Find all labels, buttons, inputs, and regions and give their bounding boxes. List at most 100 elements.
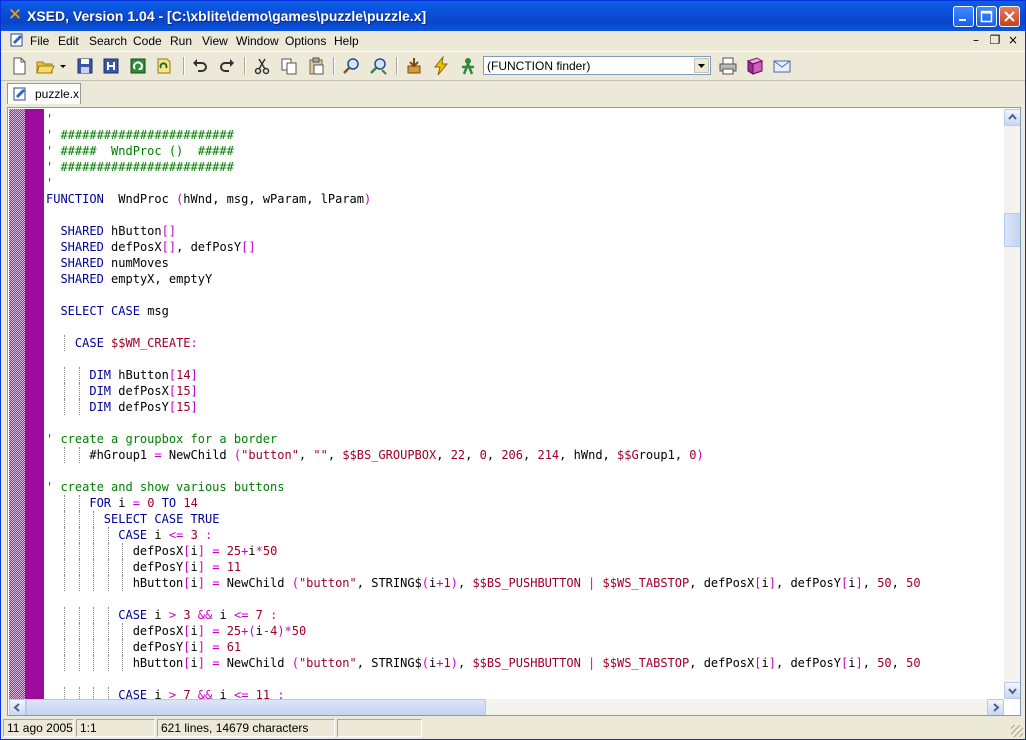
code-editor[interactable]: ' ' ######################## ' ##### WndPr… [7,107,1021,716]
paste-icon[interactable] [306,56,326,76]
tab-puzzle-x[interactable]: puzzle.x [7,83,81,104]
code-line[interactable] [46,287,1006,303]
code-text-area[interactable]: ' ' ######################## ' ##### WndPr… [46,108,1006,702]
vertical-scrollbar[interactable] [1004,109,1020,699]
code-line[interactable] [46,463,1006,479]
code-line[interactable]: CASE i <= 3 : [46,527,1006,543]
reload-icon[interactable] [154,56,174,76]
title-bar[interactable]: ✕ XSED, Version 1.04 - [C:\xblite\demo\g… [1,1,1025,31]
undo-icon[interactable] [190,56,210,76]
code-line[interactable]: SHARED emptyX, emptyY [46,271,1006,287]
code-line[interactable]: SELECT CASE msg [46,303,1006,319]
code-line[interactable]: defPosY[i] = 61 [46,639,1006,655]
maximize-button[interactable] [976,6,997,27]
code-line[interactable] [46,319,1006,335]
status-extra [337,719,422,737]
code-line[interactable]: defPosX[i] = 25+(i-4)*50 [46,623,1006,639]
code-line[interactable] [46,671,1006,687]
menu-code[interactable]: Code [133,34,162,48]
code-line[interactable]: ' create and show various buttons [46,479,1006,495]
code-line[interactable]: hButton[i] = NewChild ("button", STRING$… [46,575,1006,591]
code-line[interactable] [46,207,1006,223]
close-button[interactable] [999,6,1020,27]
build-icon[interactable] [458,56,478,76]
code-line[interactable]: DIM defPosY[15] [46,399,1006,415]
menu-run[interactable]: Run [170,34,192,48]
minimize-icon [959,19,966,21]
scroll-down-button[interactable] [1004,682,1020,699]
code-line[interactable]: DIM hButton[14] [46,367,1006,383]
code-line[interactable]: defPosY[i] = 11 [46,559,1006,575]
save-icon[interactable] [75,56,95,76]
print-icon[interactable] [718,56,738,76]
code-line[interactable]: hButton[i] = NewChild ("button", STRING$… [46,655,1006,671]
scroll-right-button[interactable] [987,699,1004,715]
combo-dropdown-icon[interactable] [694,58,709,73]
code-line[interactable]: FOR i = 0 TO 14 [46,495,1006,511]
menu-edit[interactable]: Edit [58,34,79,48]
code-line[interactable] [46,415,1006,431]
code-line[interactable]: SHARED numMoves [46,255,1006,271]
code-line[interactable]: defPosX[i] = 25+i*50 [46,543,1006,559]
code-line[interactable]: ' create a groupbox for a border [46,431,1006,447]
horizontal-scrollbar[interactable] [9,699,1004,715]
menu-search[interactable]: Search [89,34,127,48]
save-all-icon[interactable] [101,56,121,76]
code-line[interactable]: FUNCTION WndProc (hWnd, msg, wParam, lPa… [46,191,1006,207]
code-line[interactable]: SHARED defPosX[], defPosY[] [46,239,1006,255]
code-line[interactable]: #hGroup1 = NewChild ("button", "", $$BS_… [46,447,1006,463]
function-finder-combo[interactable]: (FUNCTION finder) [483,56,711,75]
scroll-left-button[interactable] [9,699,26,715]
minimize-button[interactable] [953,6,974,27]
app-x-icon[interactable]: ✕ [7,7,23,24]
code-line[interactable]: ' ######################## [46,159,1006,175]
code-line[interactable]: SHARED hButton[] [46,223,1006,239]
open-file-icon[interactable] [35,56,55,76]
compile-icon[interactable] [404,56,424,76]
find-icon[interactable] [341,56,361,76]
document-tab-bar: puzzle.x [1,80,1025,106]
code-line[interactable]: DIM defPosX[15] [46,383,1006,399]
status-bar: 11 ago 2005 1:1 621 lines, 14679 charact… [1,717,1025,739]
horizontal-scroll-thumb[interactable] [26,699,486,715]
menu-help[interactable]: Help [334,34,359,48]
code-line[interactable]: SELECT CASE TRUE [46,511,1006,527]
code-line[interactable] [46,591,1006,607]
document-edit-icon [13,87,26,101]
child-restore-icon[interactable]: ❐ [988,34,1002,47]
menu-bar: File Edit Search Code Run View Window Op… [1,31,1025,50]
child-close-icon[interactable]: × [1006,34,1020,47]
child-minimize-icon[interactable]: – [969,34,983,47]
cut-icon[interactable] [252,56,272,76]
redo-icon[interactable] [217,56,237,76]
dropdown-arrow-icon[interactable] [57,56,69,76]
menu-file[interactable]: File [30,34,49,48]
menu-view[interactable]: View [202,34,228,48]
code-line[interactable]: CASE $$WM_CREATE: [46,335,1006,351]
help-book-icon[interactable] [745,56,765,76]
fold-margin[interactable] [25,109,44,699]
copy-icon[interactable] [279,56,299,76]
refresh-icon[interactable] [128,56,148,76]
menu-options[interactable]: Options [285,34,326,48]
code-line[interactable] [46,351,1006,367]
menu-window[interactable]: Window [236,34,279,48]
code-line[interactable]: ' ######################## [46,127,1006,143]
code-line[interactable]: ' [46,175,1006,191]
vertical-scroll-thumb[interactable] [1004,213,1020,247]
code-line[interactable]: ' [46,111,1006,127]
resize-grip[interactable] [1011,725,1023,737]
find-replace-icon[interactable] [368,56,388,76]
code-line[interactable]: CASE i > 3 && i <= 7 : [46,607,1006,623]
code-line[interactable]: ' ##### WndProc () ##### [46,143,1006,159]
run-icon[interactable] [431,55,451,76]
new-file-icon[interactable] [9,56,29,76]
scroll-up-button[interactable] [1004,109,1020,126]
email-icon[interactable] [772,56,792,76]
status-date: 11 ago 2005 [3,719,74,737]
document-menu-icon[interactable] [10,33,24,47]
tab-label: puzzle.x [35,87,80,101]
toolbar: (FUNCTION finder) [1,51,1025,80]
line-marker-gutter[interactable] [9,109,25,699]
status-cursor-position: 1:1 [76,719,155,737]
